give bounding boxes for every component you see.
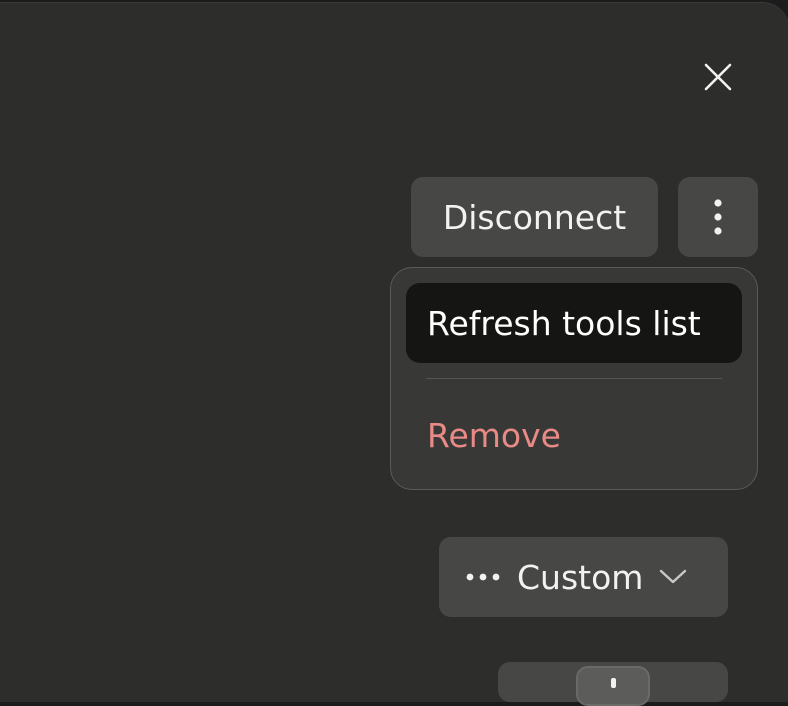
menu-item-label: Remove [427,415,561,455]
menu-divider [426,378,722,379]
close-button[interactable] [698,57,738,97]
disconnect-label: Disconnect [442,197,627,237]
connector-panel: Disconnect Refresh tools list Remove Cus… [0,2,788,702]
more-options-button[interactable] [678,177,758,257]
permissions-dropdown[interactable]: Custom [439,537,728,617]
menu-item-label: Refresh tools list [427,303,701,343]
permissions-selected-label: Custom [517,557,644,597]
menu-item-refresh-tools[interactable]: Refresh tools list [406,283,742,363]
more-horizontal-icon [466,573,500,581]
disconnect-button[interactable]: Disconnect [411,177,658,257]
close-icon [704,63,732,91]
toggle-knob-indicator [611,678,616,688]
more-vertical-icon [714,199,722,235]
menu-item-remove[interactable]: Remove [406,395,742,475]
options-menu: Refresh tools list Remove [390,267,758,490]
chevron-down-icon [660,569,687,584]
